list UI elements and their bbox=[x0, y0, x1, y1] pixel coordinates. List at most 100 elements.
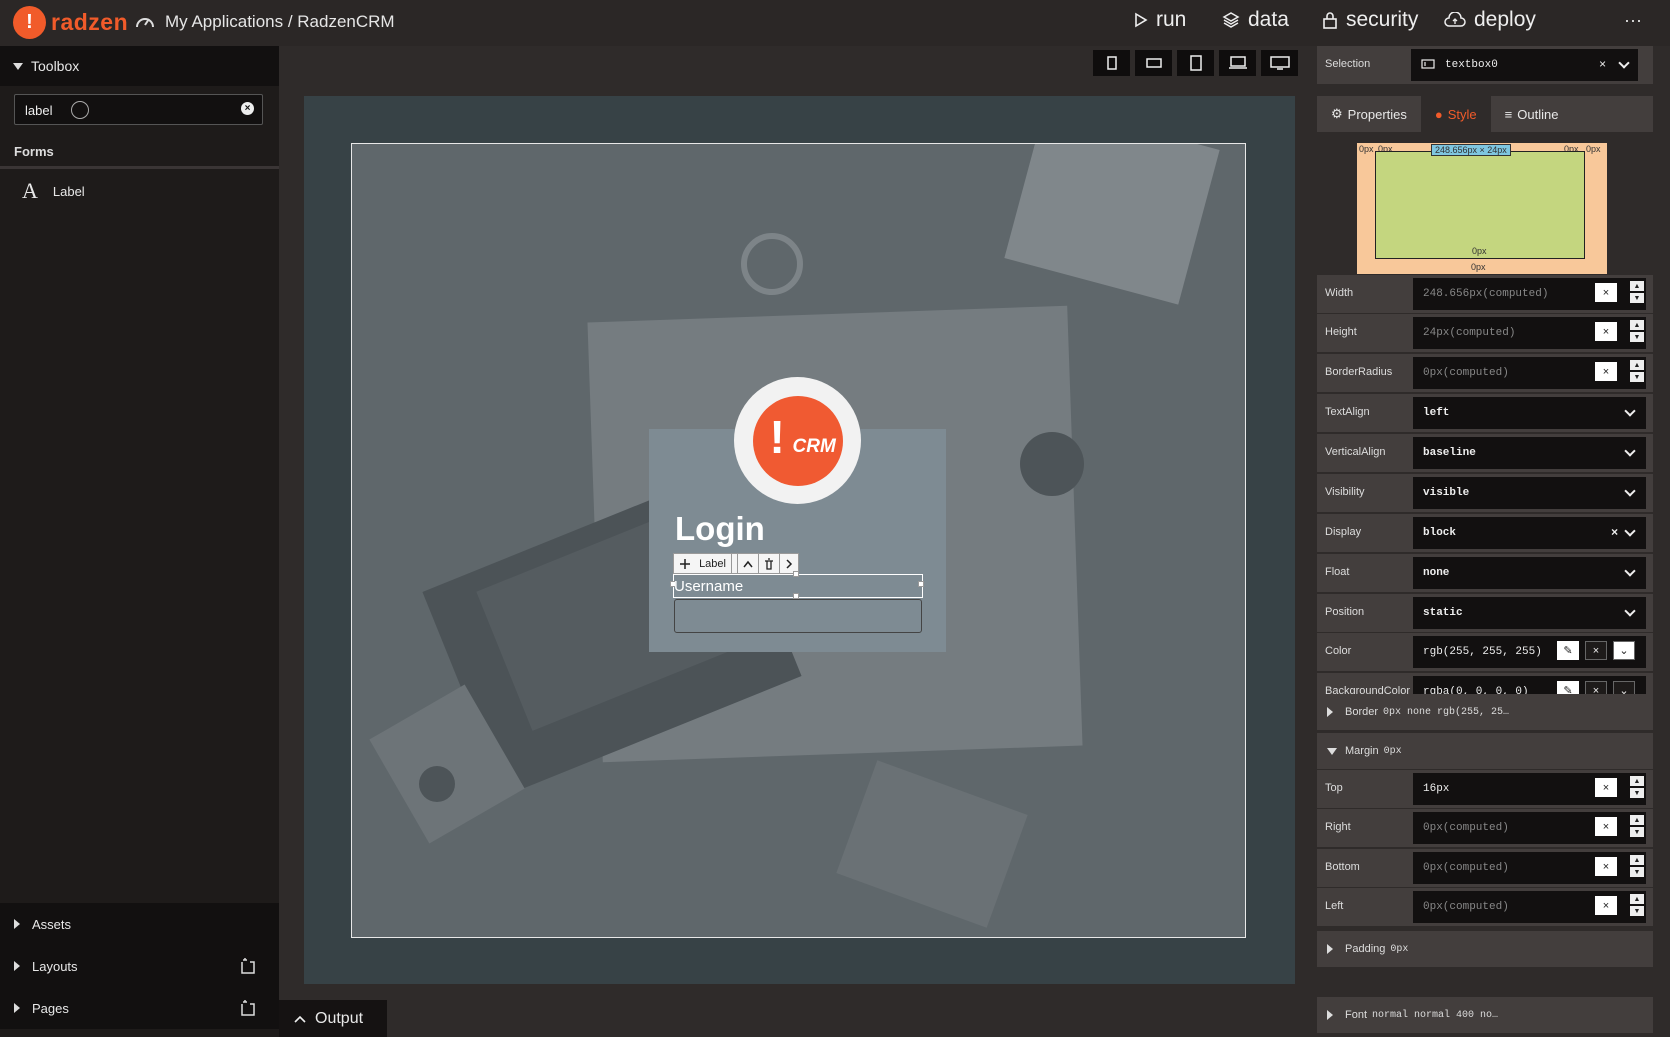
section-pages[interactable]: Pages bbox=[0, 987, 279, 1029]
panel-tabs: ⚙ Properties ● Style ≡ Outline bbox=[1317, 96, 1653, 132]
breadcrumb-text: My Applications / RadzenCRM bbox=[165, 12, 395, 31]
margin-row-bottom: Bottom 0px(computed) × ▲ ▼ bbox=[1317, 849, 1653, 887]
chevron-down-icon[interactable]: ▼ bbox=[1630, 827, 1644, 837]
tab-outline[interactable]: ≡ Outline bbox=[1491, 96, 1573, 132]
clear-icon[interactable]: × bbox=[1595, 778, 1617, 797]
radzen-logo[interactable]: ! radzen bbox=[13, 6, 128, 39]
style-row-textalign: TextAlign left bbox=[1317, 394, 1653, 432]
margin-row-left: Left 0px(computed) × ▲ ▼ bbox=[1317, 888, 1653, 926]
chevron-down-icon[interactable]: ▼ bbox=[1630, 906, 1644, 916]
device-tablet-button[interactable] bbox=[1177, 50, 1214, 76]
crm-logo: ! CRM bbox=[734, 377, 861, 504]
cursor-icon bbox=[71, 101, 89, 119]
output-tab[interactable]: Output bbox=[279, 1000, 387, 1037]
clear-icon[interactable]: × bbox=[1611, 526, 1618, 540]
username-input[interactable] bbox=[674, 599, 922, 633]
chevron-up-icon[interactable]: ▲ bbox=[1630, 320, 1644, 330]
margin-row-top: Top 16px × ▲ ▼ bbox=[1317, 770, 1653, 808]
clear-search-icon[interactable]: × bbox=[241, 102, 254, 115]
color-swatch-dropdown[interactable]: ⌄ bbox=[1613, 641, 1635, 660]
device-phone-button[interactable] bbox=[1093, 50, 1130, 76]
section-font[interactable]: Font normal normal 400 no… bbox=[1317, 997, 1653, 1033]
display-select[interactable]: block × bbox=[1413, 517, 1646, 549]
chevron-up-icon[interactable]: ▲ bbox=[1630, 855, 1644, 865]
username-label[interactable]: Username bbox=[674, 578, 743, 595]
selection-dropdown[interactable]: textbox0 × bbox=[1411, 49, 1638, 81]
chevron-down-icon[interactable]: ▼ bbox=[1630, 788, 1644, 798]
clear-icon[interactable]: × bbox=[1585, 641, 1607, 660]
device-laptop-button[interactable] bbox=[1219, 50, 1256, 76]
section-layouts[interactable]: Layouts bbox=[0, 945, 279, 987]
chevron-up-icon[interactable]: ▲ bbox=[1630, 894, 1644, 904]
toolbox-panel: Toolbox label × Forms A Label Assets Lay… bbox=[0, 46, 279, 1037]
chevron-down-icon[interactable]: ▼ bbox=[1630, 293, 1644, 303]
nav-security[interactable]: security bbox=[1322, 8, 1418, 32]
add-page-icon[interactable] bbox=[239, 999, 257, 1017]
toolbox-search-input[interactable]: label × bbox=[14, 94, 263, 125]
chevron-up-icon[interactable]: ▲ bbox=[1630, 281, 1644, 291]
desktop-icon bbox=[1269, 56, 1290, 70]
clear-icon[interactable]: × bbox=[1595, 322, 1617, 341]
chevron-up-icon[interactable]: ▲ bbox=[1630, 360, 1644, 370]
breadcrumb[interactable]: My Applications / RadzenCRM bbox=[135, 12, 395, 32]
clear-icon[interactable]: × bbox=[1595, 817, 1617, 836]
visibility-select[interactable]: visible bbox=[1413, 477, 1646, 509]
resize-handle[interactable] bbox=[918, 581, 924, 587]
chevron-up-icon bbox=[294, 1015, 306, 1023]
clear-icon[interactable]: × bbox=[1595, 857, 1617, 876]
section-padding[interactable]: Padding 0px bbox=[1317, 931, 1653, 967]
resize-handle[interactable] bbox=[793, 571, 799, 577]
device-desktop-button[interactable] bbox=[1261, 50, 1298, 76]
edit-color-icon[interactable]: ✎ bbox=[1557, 641, 1579, 660]
stepper[interactable]: ▲ ▼ bbox=[1630, 894, 1644, 916]
nav-data[interactable]: data bbox=[1222, 8, 1289, 32]
tab-properties[interactable]: ⚙ Properties bbox=[1317, 96, 1421, 132]
tab-style[interactable]: ● Style bbox=[1420, 96, 1491, 132]
textalign-select[interactable]: left bbox=[1413, 397, 1646, 429]
stepper[interactable]: ▲ ▼ bbox=[1630, 855, 1644, 877]
box-model-diagram: 0px 0px 0px 0px 248.656px × 24px 0px 0px bbox=[1357, 143, 1607, 274]
device-switcher bbox=[1093, 50, 1298, 76]
stepper[interactable]: ▲ ▼ bbox=[1630, 776, 1644, 798]
chevron-down-icon[interactable] bbox=[1618, 57, 1630, 69]
chevron-down-icon[interactable]: ▼ bbox=[1630, 332, 1644, 342]
toolbox-header[interactable]: Toolbox bbox=[0, 46, 279, 86]
toolbox-item-label[interactable]: A Label bbox=[22, 178, 85, 204]
nav-run[interactable]: run bbox=[1134, 8, 1186, 32]
add-layout-icon[interactable] bbox=[239, 957, 257, 975]
select-parent-button[interactable] bbox=[738, 554, 759, 573]
clear-icon[interactable]: × bbox=[1595, 362, 1617, 381]
verticalalign-select[interactable]: baseline bbox=[1413, 437, 1646, 469]
stepper[interactable]: ▲ ▼ bbox=[1630, 281, 1644, 303]
clear-icon[interactable]: × bbox=[1595, 896, 1617, 915]
clear-icon[interactable]: × bbox=[1595, 283, 1617, 302]
section-assets[interactable]: Assets bbox=[0, 903, 279, 945]
tablet-icon bbox=[1189, 55, 1202, 71]
move-handle[interactable]: Label bbox=[674, 554, 738, 573]
stepper[interactable]: ▲ ▼ bbox=[1630, 815, 1644, 837]
nav-deploy[interactable]: deploy bbox=[1444, 8, 1536, 32]
delete-button[interactable] bbox=[759, 554, 780, 573]
chevron-down-icon bbox=[1624, 605, 1636, 617]
section-border[interactable]: Border 0px none rgb(255, 25… bbox=[1317, 694, 1653, 730]
chevron-down-icon[interactable]: ▼ bbox=[1630, 372, 1644, 382]
phone-landscape-icon bbox=[1145, 58, 1162, 68]
style-row-position: Position static bbox=[1317, 594, 1653, 632]
stepper[interactable]: ▲ ▼ bbox=[1630, 320, 1644, 342]
more-icon[interactable]: ··· bbox=[1624, 10, 1642, 31]
clear-selection-icon[interactable]: × bbox=[1599, 58, 1606, 72]
chevron-up-icon[interactable]: ▲ bbox=[1630, 815, 1644, 825]
chevron-down-icon bbox=[1624, 565, 1636, 577]
phone-icon bbox=[1106, 56, 1117, 70]
chevron-up-icon[interactable]: ▲ bbox=[1630, 776, 1644, 786]
color-input[interactable]: rgb(255, 255, 255) bbox=[1413, 636, 1646, 668]
section-margin[interactable]: Margin 0px bbox=[1317, 733, 1653, 769]
stepper[interactable]: ▲ ▼ bbox=[1630, 360, 1644, 382]
float-select[interactable]: none bbox=[1413, 557, 1646, 589]
device-phone-landscape-button[interactable] bbox=[1135, 50, 1172, 76]
component-toolbar: Label bbox=[673, 553, 799, 574]
chevron-down-icon bbox=[1624, 525, 1636, 537]
position-select[interactable]: static bbox=[1413, 597, 1646, 629]
login-heading[interactable]: Login bbox=[675, 510, 765, 548]
chevron-down-icon[interactable]: ▼ bbox=[1630, 867, 1644, 877]
